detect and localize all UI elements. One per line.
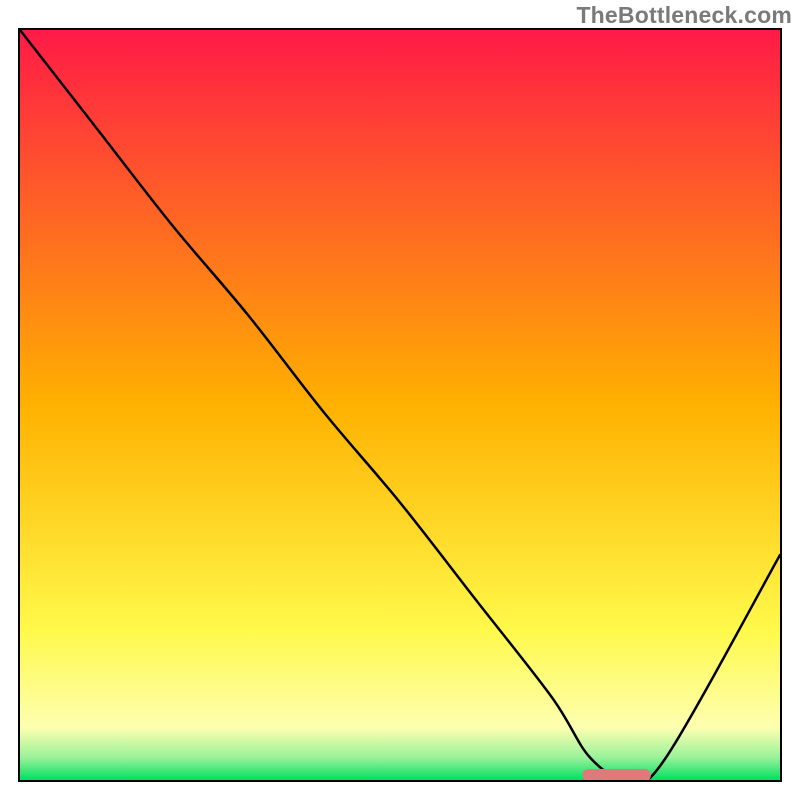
optimal-range-marker <box>582 769 650 780</box>
gradient-rect <box>20 30 780 780</box>
chart-frame: TheBottleneck.com <box>0 0 800 800</box>
gradient-background <box>20 30 780 780</box>
watermark-text: TheBottleneck.com <box>576 2 792 29</box>
plot-area <box>18 28 782 782</box>
